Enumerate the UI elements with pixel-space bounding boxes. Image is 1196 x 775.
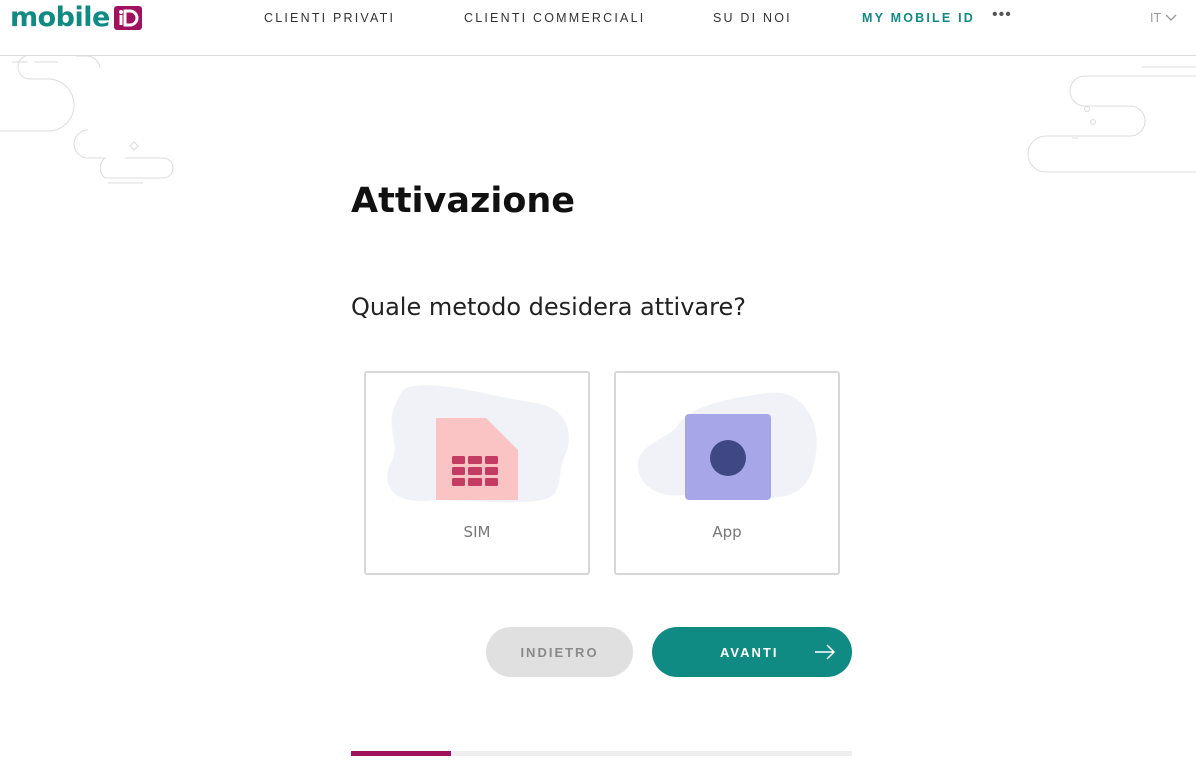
decorative-cloud-left (0, 56, 174, 184)
next-button[interactable]: AVANTI (652, 627, 852, 677)
logo-text: mobile (10, 2, 110, 33)
option-label-sim: SIM (463, 523, 491, 541)
option-label-app: App (712, 523, 742, 541)
page-title: Attivazione (351, 181, 576, 221)
progress-fill (351, 751, 452, 756)
arrow-right-icon (815, 644, 836, 660)
decorative-cloud-right (1027, 66, 1196, 173)
id-badge-icon (113, 6, 142, 30)
progress-bar (351, 751, 852, 756)
nav-clienti-privati[interactable]: CLIENTI PRIVATI (264, 11, 395, 25)
sim-card-icon (387, 385, 569, 503)
more-menu-icon[interactable]: ••• (992, 6, 1012, 24)
language-label: IT (1150, 11, 1162, 25)
nav-su-di-noi[interactable]: SU DI NOI (713, 11, 792, 25)
back-button[interactable]: INDIETRO (486, 627, 633, 677)
option-card-app[interactable]: App (614, 371, 840, 575)
nav-clienti-commerciali[interactable]: CLIENTI COMMERCIALI (464, 11, 645, 25)
top-header: mobile CLIENTI PRIVATI CLIENTI COMMERCIA… (0, 0, 1196, 56)
nav-my-mobile-id[interactable]: MY MOBILE ID (862, 11, 975, 25)
language-selector[interactable]: IT (1150, 11, 1177, 25)
next-button-label: AVANTI (720, 645, 779, 660)
method-question: Quale metodo desidera attivare? (351, 293, 746, 321)
option-card-sim[interactable]: SIM (364, 371, 590, 575)
mobile-id-logo[interactable]: mobile (10, 4, 142, 32)
chevron-down-icon (1165, 14, 1177, 21)
app-icon (637, 392, 817, 500)
